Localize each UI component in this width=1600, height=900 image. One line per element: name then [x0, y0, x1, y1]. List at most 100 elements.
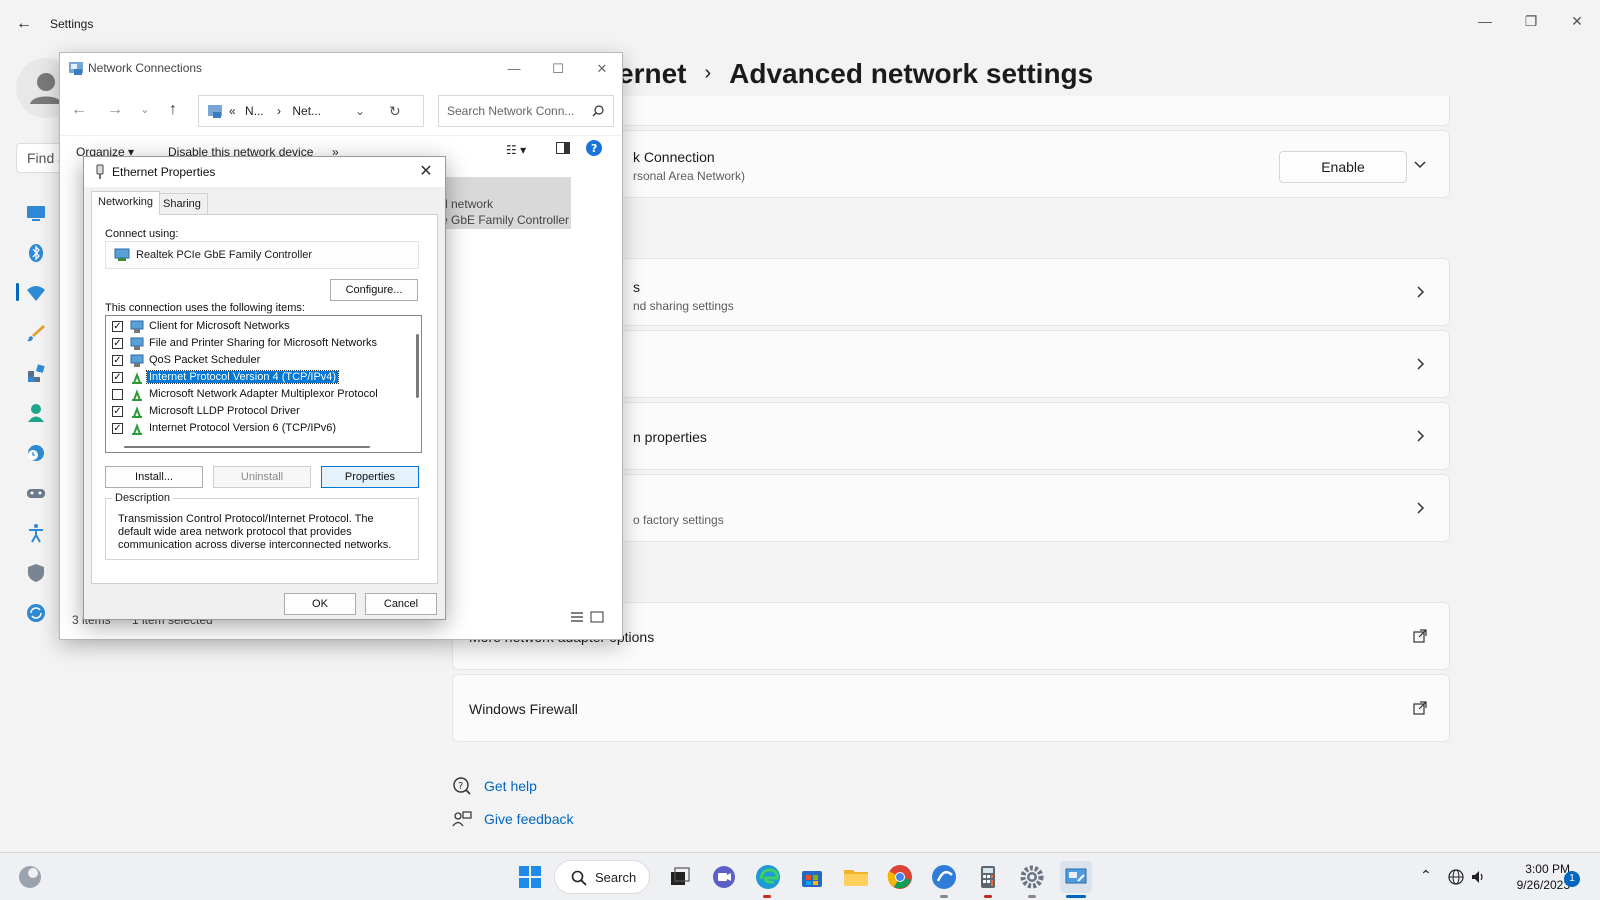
back-arrow-icon[interactable]: ←	[70, 101, 88, 119]
horizontal-scrollbar[interactable]	[124, 446, 370, 448]
bluetooth-icon[interactable]	[26, 243, 46, 263]
connection-items-list[interactable]: ✓ Client for Microsoft Networks ✓ File a…	[105, 315, 422, 453]
start-windows-icon[interactable]	[514, 861, 546, 893]
search-label: Search	[595, 870, 637, 885]
preview-pane-icon[interactable]	[556, 142, 570, 157]
chat-icon[interactable]	[708, 861, 740, 893]
notification-badge[interactable]: 1	[1564, 871, 1580, 887]
list-item[interactable]: ✓ File and Printer Sharing for Microsoft…	[106, 335, 406, 352]
clock-time: 3:00 PM	[1525, 862, 1570, 876]
microsoft-store-icon[interactable]	[796, 861, 828, 893]
system-icon[interactable]	[26, 203, 46, 223]
network-wifi-icon[interactable]	[26, 283, 46, 303]
change-view-icon[interactable]: ☷ ▾	[506, 143, 526, 157]
breadcrumb-parent[interactable]: ernet	[618, 58, 686, 89]
enable-button[interactable]: Enable	[1279, 151, 1407, 183]
active-app-highlight[interactable]	[1060, 861, 1092, 893]
adapter-name: Realtek PCIe GbE Family Controller	[136, 249, 313, 261]
breadcrumb: ernet › Advanced network settings	[618, 58, 1093, 90]
list-item[interactable]: ✓ Internet Protocol Version 6 (TCP/IPv6)	[106, 420, 406, 437]
vertical-scrollbar[interactable]	[416, 334, 419, 398]
show-hidden-icons-chevron-icon[interactable]: ⌃	[1420, 867, 1432, 884]
windows-update-icon[interactable]	[26, 603, 46, 623]
install-button[interactable]: Install...	[105, 466, 203, 488]
give-feedback-link[interactable]: Give feedback	[484, 811, 574, 827]
item-checkbox[interactable]: ✓	[112, 321, 123, 332]
properties-button[interactable]: Properties	[321, 466, 419, 488]
gaming-icon[interactable]	[26, 483, 46, 503]
get-help-link[interactable]: Get help	[484, 778, 537, 794]
file-explorer-icon[interactable]	[840, 861, 872, 893]
minimize-icon[interactable]: —	[492, 55, 536, 83]
accounts-icon[interactable]	[26, 403, 46, 423]
back-arrow-icon[interactable]: ←	[14, 14, 34, 34]
large-icons-view-icon[interactable]	[590, 611, 604, 626]
recent-locations-chevron-icon[interactable]: ⌄	[136, 101, 154, 119]
refresh-icon[interactable]: ↻	[389, 96, 401, 126]
help-icon: ?	[453, 777, 471, 795]
item-checkbox[interactable]: ✓	[112, 355, 123, 366]
configure-button[interactable]: Configure...	[330, 279, 418, 301]
dialog-title: Ethernet Properties	[112, 165, 216, 179]
list-item-selected[interactable]: ✓ Internet Protocol Version 4 (TCP/IPv4)	[106, 369, 406, 386]
item-label: File and Printer Sharing for Microsoft N…	[149, 337, 378, 349]
item-checkbox[interactable]: ✓	[112, 406, 123, 417]
ok-button[interactable]: OK	[284, 593, 356, 615]
chevron-right-icon	[1417, 358, 1425, 370]
tab-networking[interactable]: Networking	[91, 191, 161, 215]
forward-arrow-icon[interactable]: →	[106, 101, 124, 119]
time-language-icon[interactable]	[26, 443, 46, 463]
address-separator: ›	[277, 104, 282, 118]
dialog-titlebar: Ethernet Properties ✕	[84, 157, 445, 187]
chevron-down-icon[interactable]	[1411, 155, 1429, 173]
close-icon[interactable]: ✕	[1554, 6, 1600, 36]
address-segment[interactable]: N...	[245, 104, 264, 118]
card-subtitle: rsonal Area Network)	[633, 169, 746, 183]
list-item[interactable]: ✓ QoS Packet Scheduler	[106, 352, 406, 369]
up-arrow-icon[interactable]: ↑	[164, 101, 182, 119]
edge-browser-icon[interactable]	[752, 861, 784, 893]
apps-icon[interactable]	[26, 363, 46, 383]
minimize-icon[interactable]: —	[1462, 6, 1508, 36]
search-input[interactable]: Search Network Conn...	[438, 95, 614, 127]
list-item[interactable]: Microsoft Network Adapter Multiplexor Pr…	[106, 386, 406, 403]
network-service-icon	[130, 354, 144, 367]
restore-icon[interactable]: ❐	[1508, 6, 1554, 36]
calculator-icon[interactable]	[972, 861, 1004, 893]
search-icon	[571, 870, 587, 886]
app-icon[interactable]	[928, 861, 960, 893]
widgets-icon[interactable]	[16, 863, 44, 891]
item-checkbox[interactable]: ✓	[112, 372, 123, 383]
clock[interactable]: 3:00 PM 9/26/2023	[1484, 861, 1570, 893]
help-icon[interactable]: ?	[586, 140, 602, 159]
accessibility-icon[interactable]	[26, 523, 46, 543]
list-item[interactable]: ✓ Microsoft LLDP Protocol Driver	[106, 403, 406, 420]
item-checkbox[interactable]	[112, 389, 123, 400]
privacy-shield-icon[interactable]	[26, 563, 46, 583]
taskbar-search[interactable]: Search	[554, 860, 650, 894]
personalization-brush-icon[interactable]	[26, 323, 46, 343]
uninstall-button[interactable]: Uninstall	[213, 466, 311, 488]
settings-gear-icon[interactable]	[1016, 861, 1048, 893]
maximize-icon[interactable]: ☐	[536, 55, 580, 83]
chrome-browser-icon[interactable]	[884, 861, 916, 893]
task-view-icon[interactable]	[664, 861, 696, 893]
settings-card-windows-firewall[interactable]: Windows Firewall	[452, 674, 1450, 742]
address-segment[interactable]: Net...	[292, 104, 321, 118]
close-icon[interactable]: ✕	[580, 55, 624, 83]
network-globe-icon[interactable]	[1448, 869, 1464, 885]
cancel-button[interactable]: Cancel	[365, 593, 437, 615]
address-segment: «	[229, 104, 236, 118]
item-checkbox[interactable]: ✓	[112, 423, 123, 434]
item-checkbox[interactable]: ✓	[112, 338, 123, 349]
ethernet-connection-item[interactable]: d network e GbE Family Controller	[435, 177, 571, 229]
details-view-icon[interactable]	[570, 611, 584, 626]
search-icon	[592, 105, 604, 117]
item-label: Internet Protocol Version 6 (TCP/IPv6)	[149, 422, 337, 434]
address-bar[interactable]: « N... › Net... ⌄ ↻	[198, 95, 424, 127]
tab-sharing[interactable]: Sharing	[156, 193, 208, 215]
address-dropdown-icon[interactable]: ⌄	[355, 96, 365, 126]
ethernet-plug-icon	[96, 164, 104, 179]
close-icon[interactable]: ✕	[413, 159, 439, 185]
list-item[interactable]: ✓ Client for Microsoft Networks	[106, 318, 406, 335]
